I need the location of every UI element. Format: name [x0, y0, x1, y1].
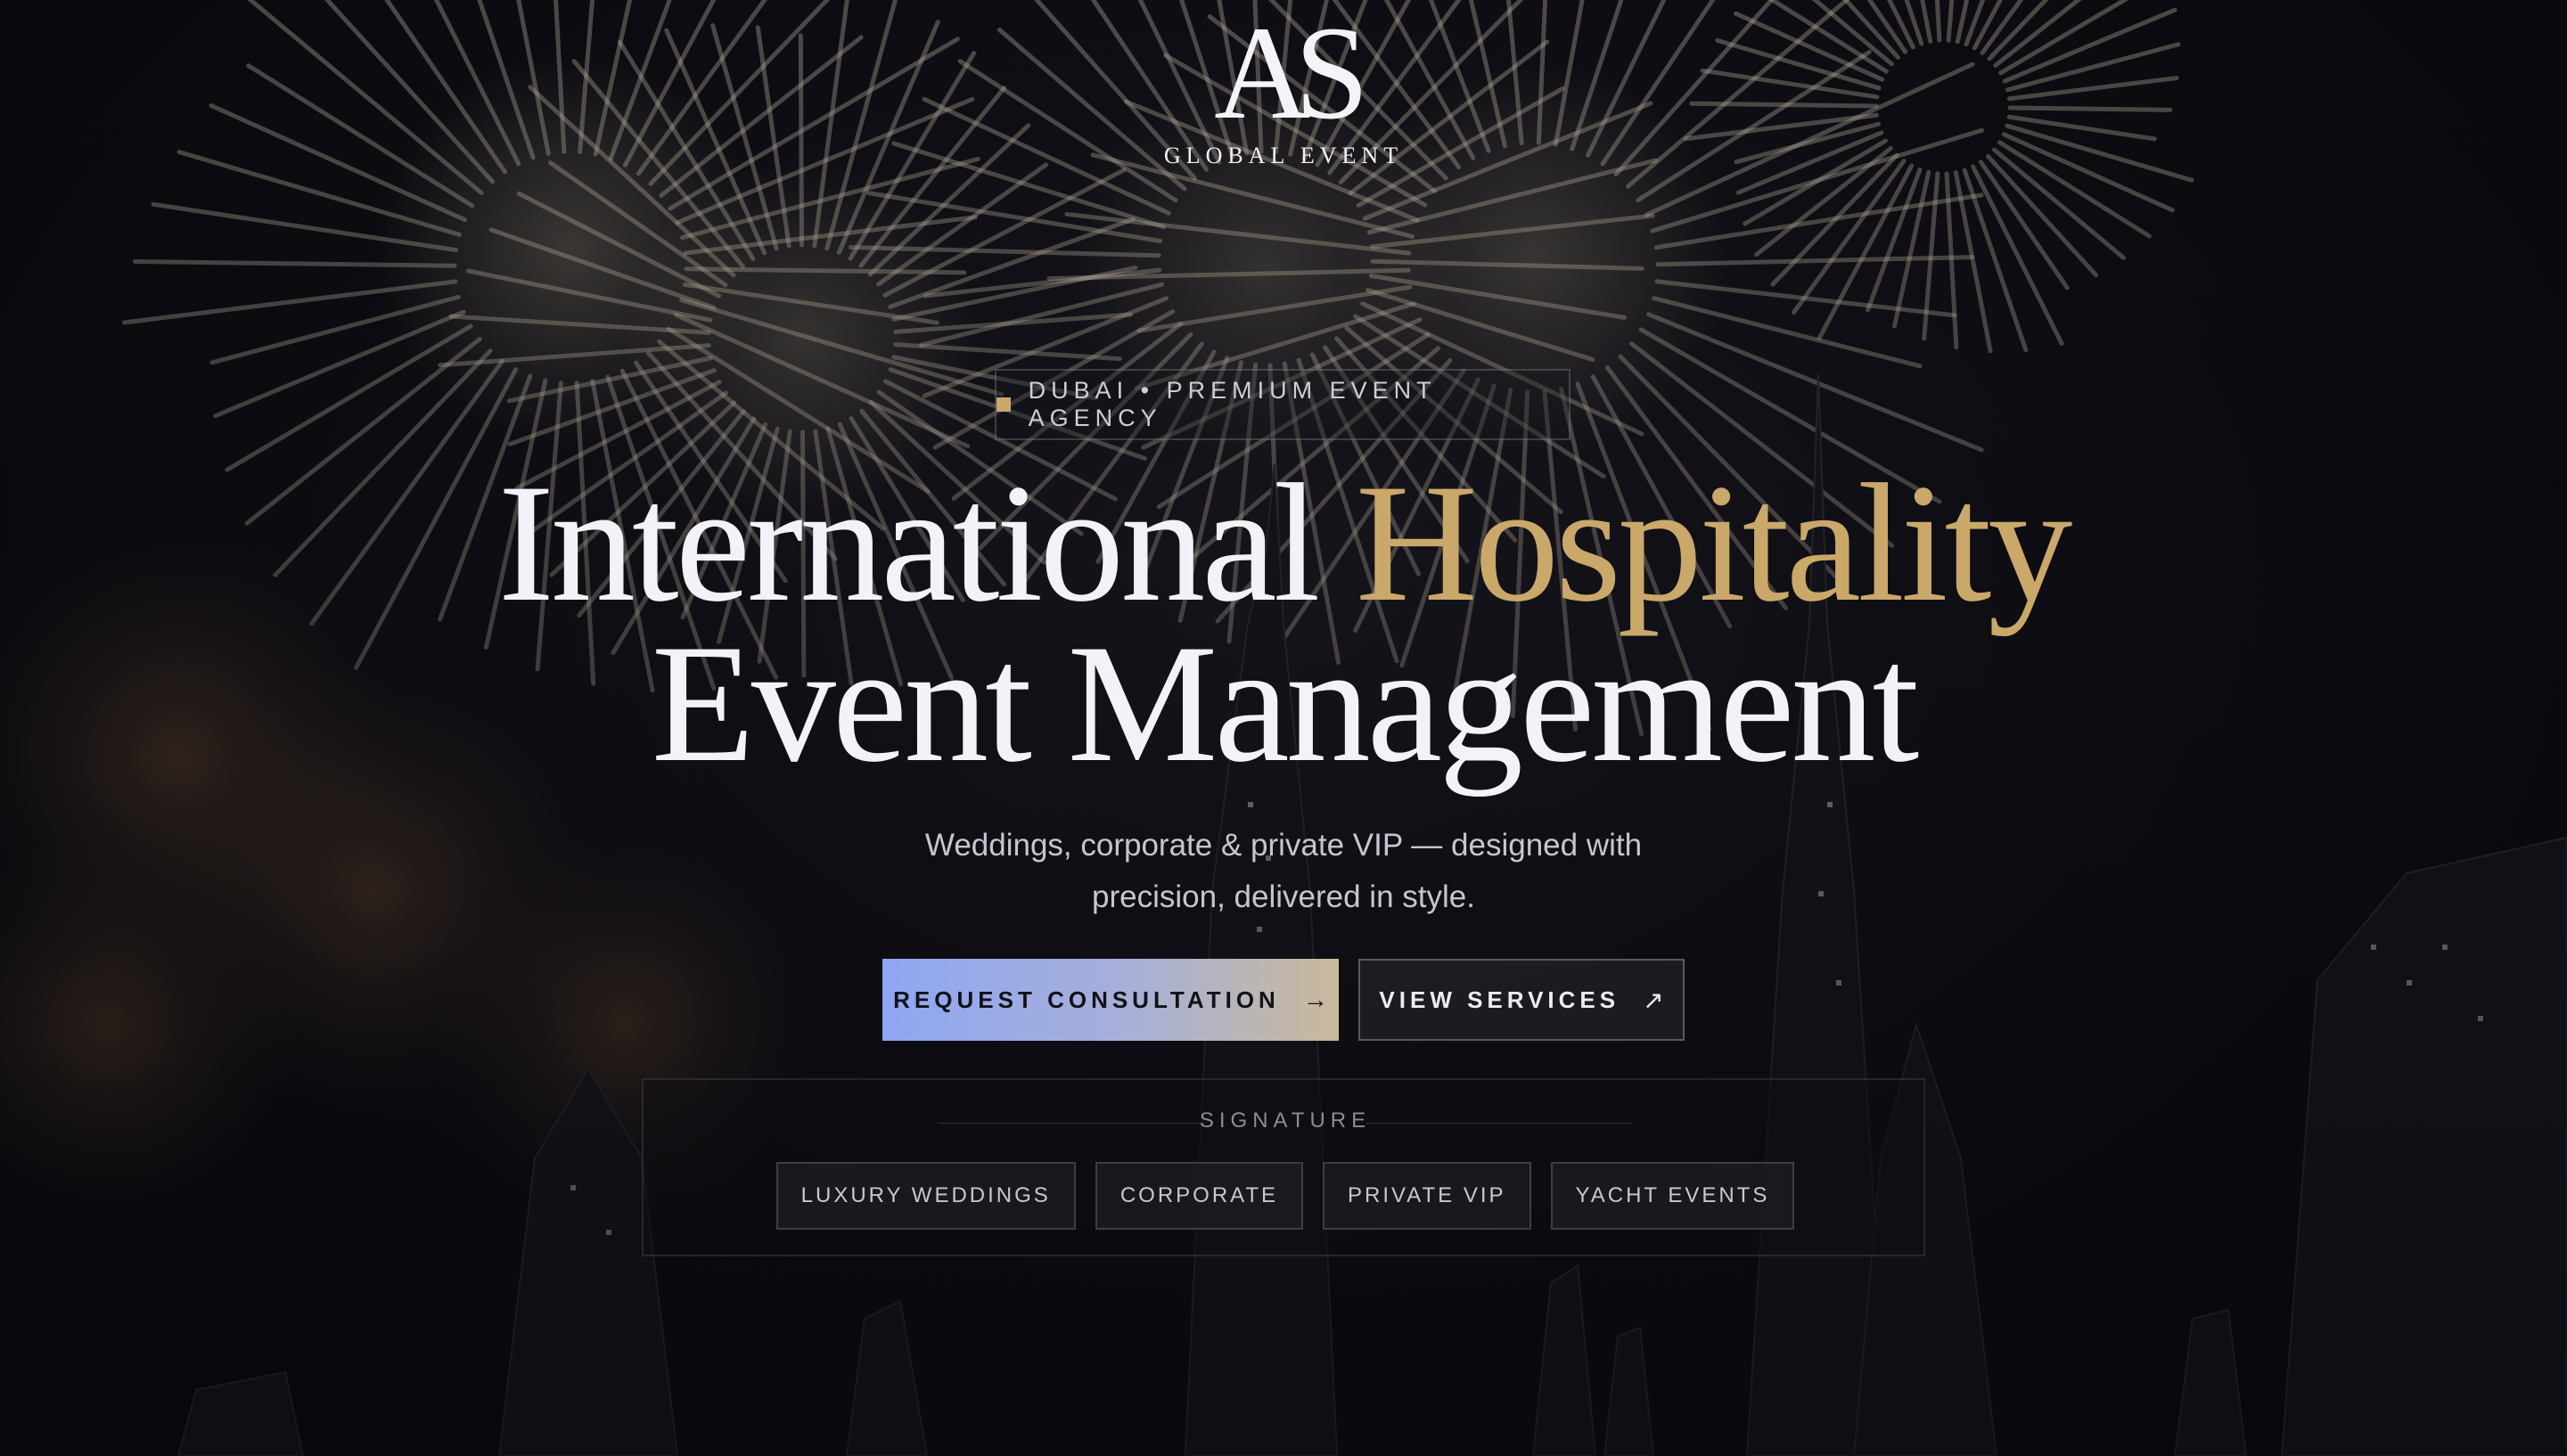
- brand-logo[interactable]: AS GLOBAL EVENT: [1150, 0, 1417, 178]
- hero-headline: International Hospitality Event Manageme…: [267, 459, 2300, 798]
- view-services-button[interactable]: VIEW SERVICES ↗: [1358, 959, 1685, 1041]
- square-bullet-icon: [996, 397, 1011, 412]
- subtitle-line-1: Weddings, corporate & private VIP — desi…: [924, 828, 1643, 863]
- request-consultation-button[interactable]: REQUEST CONSULTATION →: [882, 959, 1339, 1041]
- hero-subtitle: Weddings, corporate & private VIP — desi…: [838, 820, 1729, 923]
- signature-title: SIGNATURE: [1199, 1108, 1372, 1133]
- view-services-label: VIEW SERVICES: [1379, 986, 1620, 1013]
- as-monogram-icon: AS: [1214, 4, 1377, 128]
- chip-corporate[interactable]: CORPORATE: [1095, 1162, 1304, 1230]
- arrow-right-icon: →: [1302, 986, 1328, 1013]
- subtitle-line-2: precision, delivered in style.: [1092, 879, 1475, 914]
- headline-line-1: International Hospitality: [267, 459, 2300, 628]
- brand-name: GLOBAL EVENT: [1163, 143, 1404, 168]
- location-badge: DUBAI • PREMIUM EVENT AGENCY: [995, 369, 1571, 440]
- signature-services-panel: SIGNATURE LUXURY WEDDINGS CORPORATE PRIV…: [642, 1078, 1925, 1256]
- chip-private-vip[interactable]: PRIVATE VIP: [1323, 1162, 1531, 1230]
- hero-page: AS GLOBAL EVENT DUBAI • PREMIUM EVENT AG…: [0, 0, 2567, 1456]
- headline-white-text: International: [497, 450, 1321, 637]
- headline-line-2: Event Management: [651, 610, 1920, 798]
- monogram-text: AS: [1214, 4, 1361, 128]
- request-consultation-label: REQUEST CONSULTATION: [893, 986, 1280, 1013]
- chip-yacht-events[interactable]: YACHT EVENTS: [1550, 1162, 1795, 1230]
- headline-gold-text: Hospitality: [1355, 450, 2072, 637]
- signature-chip-list: LUXURY WEDDINGS CORPORATE PRIVATE VIP YA…: [644, 1162, 1927, 1230]
- chip-luxury-weddings[interactable]: LUXURY WEDDINGS: [775, 1162, 1076, 1230]
- arrow-up-right-icon: ↗: [1643, 986, 1664, 1014]
- badge-text: DUBAI • PREMIUM EVENT AGENCY: [1028, 377, 1437, 431]
